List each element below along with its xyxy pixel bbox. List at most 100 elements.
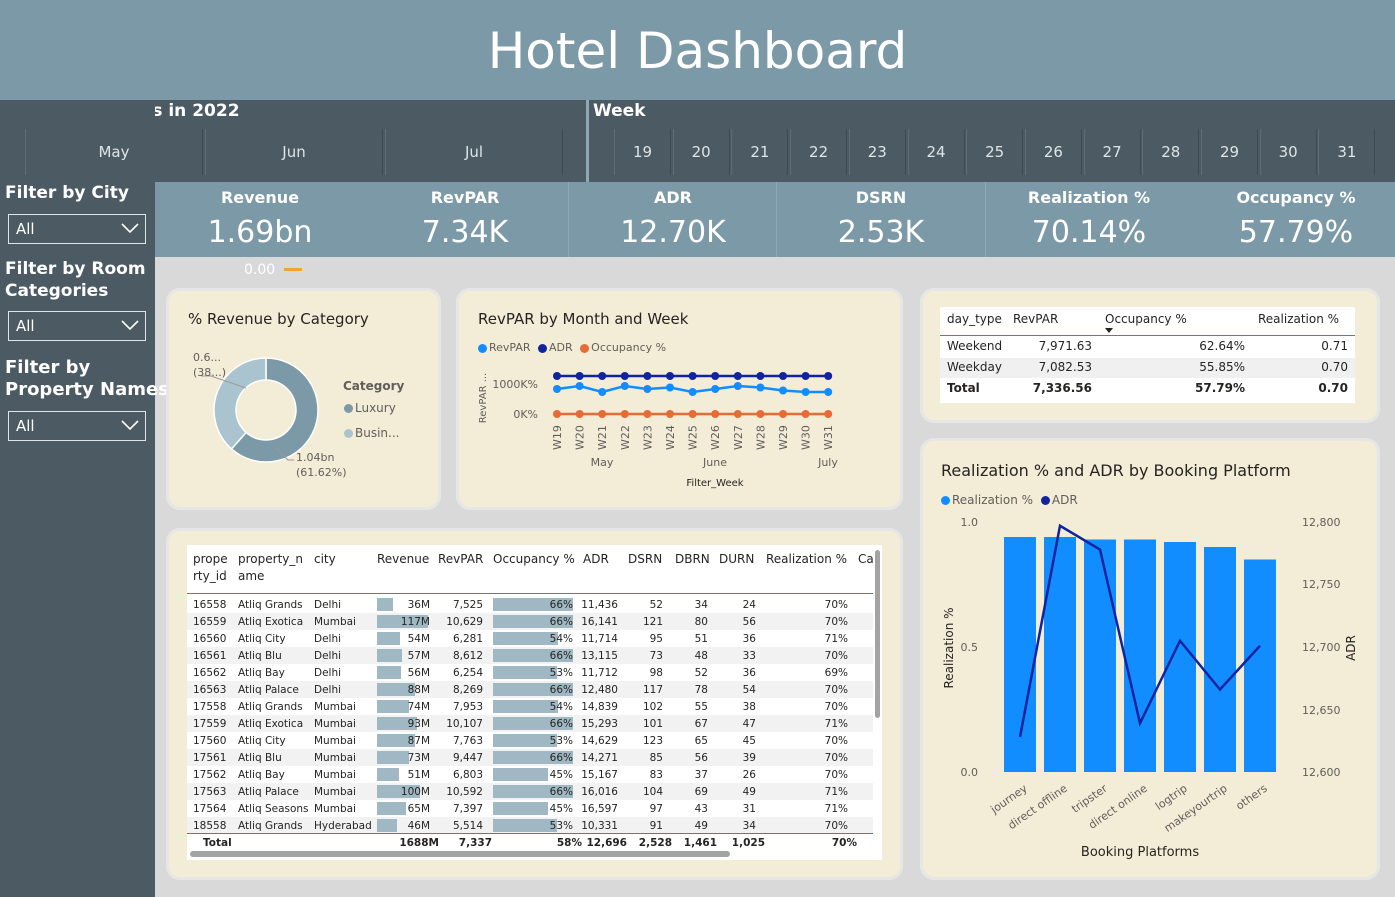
point-revpar-W22[interactable] — [620, 382, 629, 390]
table-row[interactable]: 16560 Atliq City Delhi 54M 6,281 54% 11,714 95 5… — [187, 630, 873, 647]
point-occupancy-W22[interactable] — [620, 410, 629, 418]
point-adr-W25[interactable] — [688, 372, 697, 380]
col-header-revpar[interactable]: RevPAR — [1013, 312, 1058, 326]
table-row[interactable]: 17559 Atliq Exotica Mumbai 93M 10,107 66% 15,2… — [187, 715, 873, 732]
table-row[interactable]: 17563 Atliq Palace Mumbai 100M 10,592 66% 16,0… — [187, 783, 873, 800]
bar-makeyourtrip[interactable] — [1204, 547, 1236, 772]
col-header[interactable]: RevPAR — [438, 552, 483, 566]
month-option-jun[interactable]: Jun — [205, 129, 383, 175]
table-row[interactable]: 18558 Atliq Grands Hyderabad 46M 5,514 53% 10,… — [187, 817, 873, 834]
table-row[interactable]: 16562 Atliq Bay Delhi 56M 6,254 53% 11,712 98 52… — [187, 664, 873, 681]
table-row[interactable]: 17564 Atliq Seasons Mumbai 65M 7,397 45% 16,59… — [187, 800, 873, 817]
horizontal-scrollbar[interactable] — [190, 851, 730, 857]
week-option-26[interactable]: 26 — [1024, 129, 1082, 175]
point-revpar-W29[interactable] — [779, 386, 787, 395]
point-occupancy-W27[interactable] — [733, 410, 742, 418]
point-occupancy-W30[interactable] — [801, 410, 810, 418]
point-adr-W31[interactable] — [824, 372, 833, 380]
occupancy-databar — [493, 734, 558, 747]
week-option-21[interactable]: 21 — [731, 129, 789, 175]
col-header[interactable]: prope — [193, 552, 228, 566]
point-occupancy-W28[interactable] — [756, 410, 765, 418]
col-header-occupancy[interactable]: Occupancy % — [1105, 312, 1187, 326]
vertical-scrollbar[interactable] — [875, 550, 880, 718]
point-revpar-W19[interactable] — [553, 385, 561, 393]
table-row[interactable]: 16559 Atliq Exotica Mumbai 117M 10,629 66% 16,… — [187, 613, 873, 630]
point-occupancy-W23[interactable] — [643, 410, 652, 418]
point-adr-W27[interactable] — [733, 372, 742, 380]
col-header-day-type[interactable]: day_type — [947, 312, 1002, 326]
table-row[interactable]: 16563 Atliq Palace Delhi 88M 8,269 66% 12,480 1… — [187, 681, 873, 698]
bar-direct-online[interactable] — [1124, 539, 1156, 773]
col-header[interactable]: Realization % — [766, 552, 847, 566]
point-occupancy-W29[interactable] — [779, 410, 787, 418]
col-header[interactable]: DSRN — [628, 552, 662, 566]
point-occupancy-W31[interactable] — [824, 410, 833, 418]
point-adr-W26[interactable] — [711, 372, 720, 380]
point-adr-W30[interactable] — [801, 372, 810, 380]
col-header[interactable]: Occupancy % — [493, 552, 575, 566]
col-header[interactable]: property_n — [238, 552, 303, 566]
week-option-27[interactable]: 27 — [1083, 129, 1141, 175]
week-option-24[interactable]: 24 — [907, 129, 965, 175]
point-occupancy-W21[interactable] — [598, 410, 607, 418]
point-adr-W22[interactable] — [620, 372, 629, 380]
table-row[interactable]: 17562 Atliq Bay Mumbai 51M 6,803 45% 15,167 83 3… — [187, 766, 873, 783]
legend-item-luxury[interactable]: Luxury — [344, 401, 396, 415]
point-revpar-W20[interactable] — [575, 382, 584, 390]
week-option-28[interactable]: 28 — [1142, 129, 1200, 175]
point-adr-W19[interactable] — [553, 372, 561, 380]
point-adr-W28[interactable] — [756, 372, 765, 380]
bar-direct-offline[interactable] — [1044, 537, 1076, 772]
col-header[interactable]: Ca — [858, 552, 874, 566]
point-occupancy-W20[interactable] — [575, 410, 584, 418]
col-header-realization[interactable]: Realization % — [1258, 312, 1339, 326]
week-option-19[interactable]: 19 — [614, 129, 671, 175]
point-revpar-W23[interactable] — [643, 385, 652, 393]
col-header[interactable]: DURN — [719, 552, 754, 566]
table-row[interactable]: 17558 Atliq Grands Mumbai 74M 7,953 54% 14,839… — [187, 698, 873, 715]
table-row[interactable]: 16561 Atliq Blu Delhi 57M 8,612 66% 13,115 73 48… — [187, 647, 873, 664]
week-option-25[interactable]: 25 — [966, 129, 1024, 175]
point-occupancy-W19[interactable] — [553, 410, 561, 418]
point-revpar-W26[interactable] — [711, 385, 720, 393]
point-occupancy-W24[interactable] — [666, 410, 674, 418]
table-row[interactable]: 16558 Atliq Grands Delhi 36M 7,525 66% 11,436 5… — [187, 596, 873, 613]
point-revpar-W31[interactable] — [824, 388, 833, 396]
week-option-29[interactable]: 29 — [1201, 129, 1258, 175]
point-revpar-W30[interactable] — [801, 388, 810, 396]
month-option-may[interactable]: May — [25, 129, 203, 175]
week-option-31[interactable]: 31 — [1318, 129, 1376, 175]
table-row[interactable]: 17561 Atliq Blu Mumbai 73M 9,447 66% 14,271 85 5… — [187, 749, 873, 766]
legend-item-business[interactable]: Busin... — [344, 426, 399, 440]
col-header[interactable]: DBRN — [675, 552, 710, 566]
city-dropdown[interactable]: All — [8, 214, 146, 244]
room-dropdown[interactable]: All — [8, 311, 146, 341]
col-header[interactable]: ADR — [583, 552, 609, 566]
point-adr-W29[interactable] — [779, 372, 787, 380]
point-revpar-W27[interactable] — [733, 382, 742, 390]
bar-tripster[interactable] — [1084, 539, 1116, 773]
week-option-23[interactable]: 23 — [848, 129, 906, 175]
month-option-jul[interactable]: Jul — [385, 129, 563, 175]
bar-others[interactable] — [1244, 559, 1276, 773]
point-revpar-W28[interactable] — [756, 383, 765, 392]
point-adr-W24[interactable] — [666, 372, 674, 380]
point-occupancy-W25[interactable] — [688, 410, 697, 418]
week-option-22[interactable]: 22 — [790, 129, 848, 175]
table-cell: 66% — [549, 650, 573, 662]
col-header[interactable]: city — [314, 552, 336, 566]
property-dropdown[interactable]: All — [8, 411, 146, 441]
bar-logtrip[interactable] — [1164, 542, 1196, 772]
week-option-30[interactable]: 30 — [1259, 129, 1317, 175]
point-occupancy-W26[interactable] — [711, 410, 720, 418]
point-adr-W23[interactable] — [643, 372, 652, 380]
point-adr-W21[interactable] — [598, 372, 607, 380]
week-option-20[interactable]: 20 — [672, 129, 730, 175]
point-revpar-W25[interactable] — [688, 388, 697, 396]
col-header[interactable]: Revenue — [377, 552, 429, 566]
point-revpar-W24[interactable] — [666, 383, 674, 392]
table-row[interactable]: 17560 Atliq City Mumbai 87M 7,763 53% 14,629 12… — [187, 732, 873, 749]
point-revpar-W21[interactable] — [598, 388, 607, 396]
point-adr-W20[interactable] — [575, 372, 584, 380]
